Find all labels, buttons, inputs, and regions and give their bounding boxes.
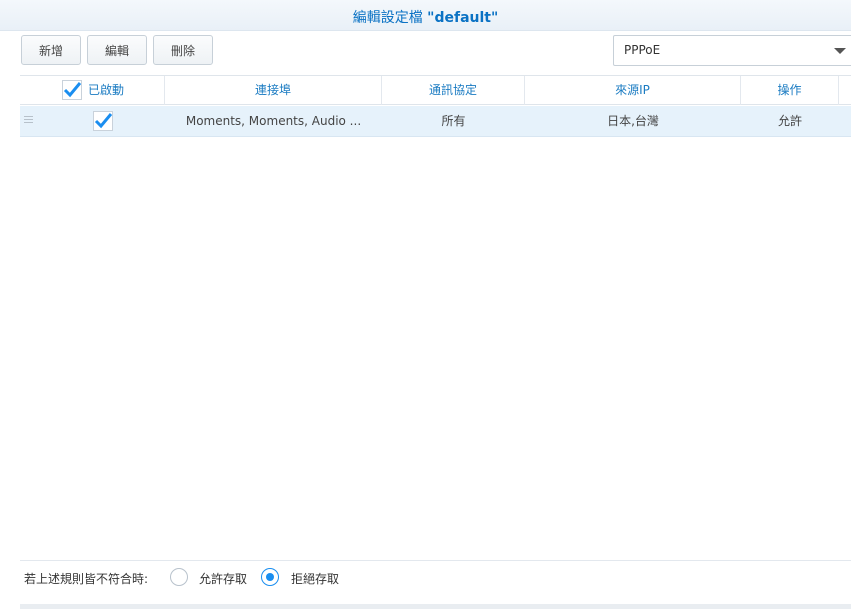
column-header-protocol[interactable]: 通訊協定 [382,76,525,105]
row-source-ip: 日本,台灣 [607,114,659,128]
footer-divider [20,560,851,561]
create-button[interactable]: 新增 [21,35,81,65]
dialog-titlebar: 編輯設定檔 "default" [0,0,851,31]
default-policy-label: 若上述規則皆不符合時: [24,572,149,586]
interface-select[interactable]: PPPoE [613,35,851,66]
column-header-enabled[interactable]: 已啟動 [20,76,165,105]
rules-table-header: 已啟動 連接埠 通訊協定 來源IP 操作 [20,75,851,105]
deny-access-label[interactable]: 拒絕存取 [291,570,339,588]
select-all-check-icon[interactable] [62,80,82,100]
row-enabled-checkbox[interactable] [93,111,113,131]
table-row[interactable]: Moments, Moments, Audio ... 所有 日本,台灣 允許 [20,106,851,137]
dialog-title-prefix: 編輯設定檔 [352,10,423,26]
column-label-enabled: 已啟動 [88,83,125,97]
chevron-down-icon[interactable] [834,48,846,54]
dialog-title: 編輯設定檔 "default" [0,7,851,27]
bottom-bar [20,604,851,609]
row-action: 允許 [777,114,802,128]
row-protocol: 所有 [441,114,466,128]
allow-access-radio[interactable] [170,568,188,586]
edit-button[interactable]: 編輯 [87,35,147,65]
column-header-action[interactable]: 操作 [741,76,839,105]
column-header-ports[interactable]: 連接埠 [165,76,382,105]
column-header-source-ip[interactable]: 來源IP [525,76,741,105]
deny-access-radio[interactable] [261,568,279,586]
row-ports: Moments, Moments, Audio ... [185,114,362,128]
allow-access-label[interactable]: 允許存取 [199,570,247,588]
interface-select-value: PPPoE [624,43,661,57]
drag-handle-icon[interactable] [24,115,33,124]
dialog-title-profile-name: "default" [427,10,499,26]
delete-button[interactable]: 刪除 [153,35,213,65]
